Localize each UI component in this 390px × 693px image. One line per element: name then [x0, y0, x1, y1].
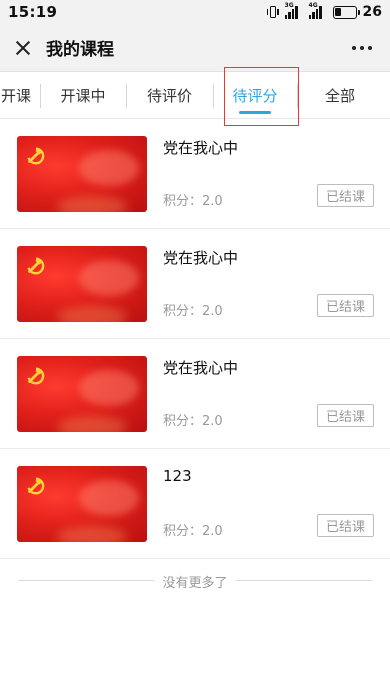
course-score: 积分：2.0	[163, 194, 223, 209]
party-emblem-icon	[27, 257, 45, 275]
course-thumbnail	[17, 466, 147, 542]
status-bar: 15:19 3G 4G 26	[0, 0, 390, 24]
course-title: 党在我心中	[163, 139, 239, 157]
tab-bar: 开课 开课中 待评价 待评分 全部	[0, 72, 390, 119]
course-title: 党在我心中	[163, 249, 239, 267]
course-item[interactable]: 党在我心中 积分：2.0 已结课	[0, 229, 390, 339]
title-bar: 我的课程	[0, 24, 390, 72]
vibrate-icon	[266, 5, 279, 19]
course-status-badge: 已结课	[317, 514, 374, 537]
course-title: 123	[163, 467, 192, 485]
more-icon[interactable]	[352, 46, 372, 50]
divider-right	[236, 580, 372, 581]
signal-icon: 3G	[284, 2, 303, 19]
tab-to-score[interactable]: 待评分	[213, 72, 297, 118]
course-thumbnail	[17, 246, 147, 322]
close-icon[interactable]	[14, 39, 32, 57]
course-status-badge: 已结课	[317, 294, 374, 317]
course-status-badge: 已结课	[317, 404, 374, 427]
active-tab-indicator	[239, 111, 271, 114]
course-list: 党在我心中 积分：2.0 已结课 党在我心中 积分：2.0 已结课 党在我心中 …	[0, 119, 390, 559]
tab-in-progress[interactable]: 开课中	[40, 72, 126, 118]
course-score: 积分：2.0	[163, 304, 223, 319]
course-score: 积分：2.0	[163, 524, 223, 539]
course-item[interactable]: 党在我心中 积分：2.0 已结课	[0, 119, 390, 229]
status-icons: 3G 4G 26	[266, 2, 382, 20]
tab-all[interactable]: 全部	[297, 72, 383, 118]
course-thumbnail	[17, 136, 147, 212]
course-score: 积分：2.0	[163, 414, 223, 429]
divider-left	[18, 580, 154, 581]
signal-icon-2: 4G	[308, 2, 327, 19]
tab-kaike[interactable]: 开课	[0, 72, 40, 118]
party-emblem-icon	[27, 477, 45, 495]
course-item[interactable]: 党在我心中 积分：2.0 已结课	[0, 339, 390, 449]
course-item[interactable]: 123 积分：2.0 已结课	[0, 449, 390, 559]
course-status-badge: 已结课	[317, 184, 374, 207]
battery-level: 26	[362, 4, 382, 20]
party-emblem-icon	[27, 147, 45, 165]
no-more-indicator: 没有更多了	[0, 559, 390, 603]
tab-to-review[interactable]: 待评价	[126, 72, 213, 118]
course-thumbnail	[17, 356, 147, 432]
battery-icon	[332, 5, 360, 19]
status-time: 15:19	[8, 3, 58, 21]
no-more-text: 没有更多了	[154, 571, 236, 591]
party-emblem-icon	[27, 367, 45, 385]
course-title: 党在我心中	[163, 359, 239, 377]
page-title: 我的课程	[46, 40, 114, 60]
